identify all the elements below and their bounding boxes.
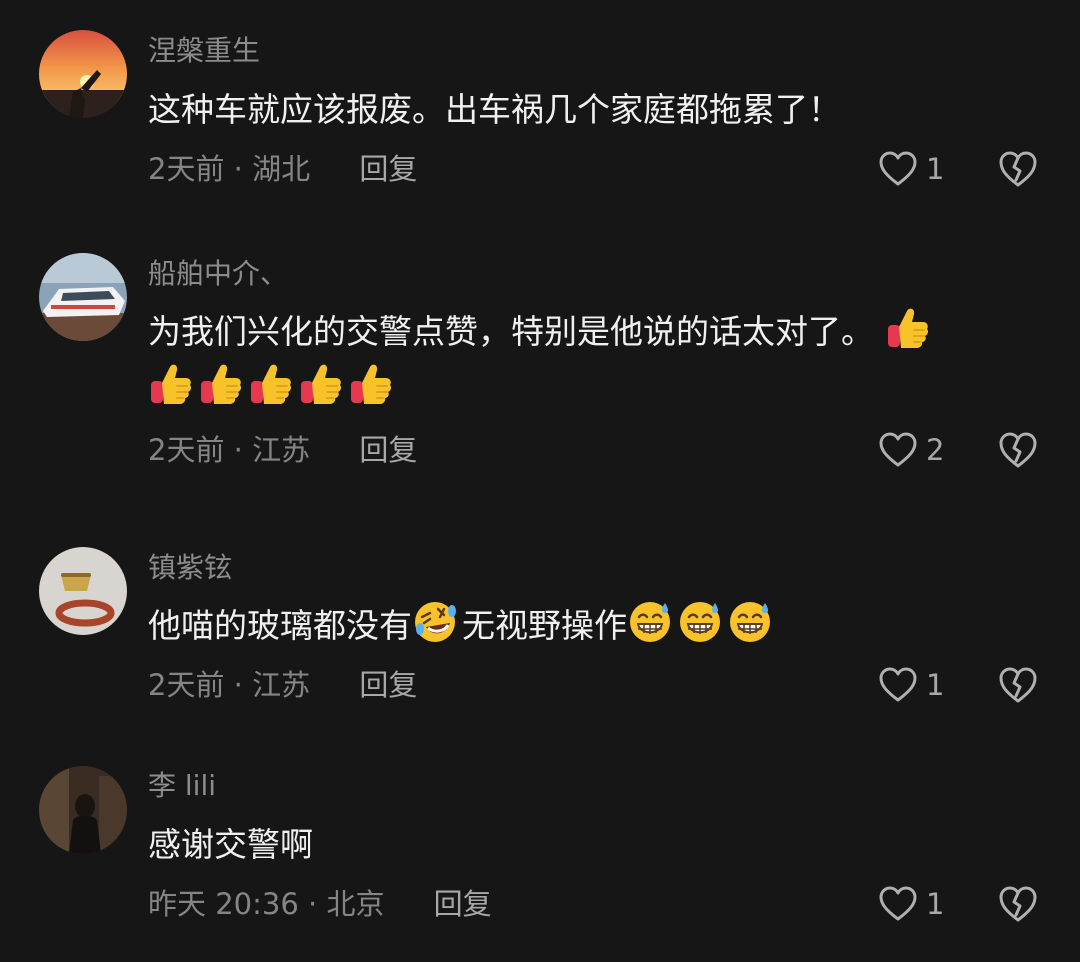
comment-text-content: 为我们兴化的交警点赞，特别是他说的话太对了。 [148, 312, 874, 351]
time-location: 2天前 · 湖北 [148, 152, 311, 186]
avatar[interactable] [39, 766, 127, 854]
like-button[interactable]: 1 [878, 884, 944, 924]
comment-text: 他喵的玻璃都没有 无视野操作 [148, 598, 1028, 654]
dislike-button[interactable] [998, 665, 1038, 705]
heart-outline-icon [879, 432, 917, 467]
heart-outline-icon [879, 886, 917, 921]
reply-button[interactable]: 回复 [359, 149, 417, 189]
thumbs-up-emoji [248, 361, 294, 407]
avatar[interactable] [39, 547, 127, 635]
time-location: 2天前 · 江苏 [148, 433, 311, 467]
comment-text: 感谢交警啊 [148, 817, 1028, 873]
grinning-sweat-emoji [727, 599, 773, 645]
like-button[interactable]: 1 [878, 665, 944, 705]
like-count: 1 [926, 887, 945, 921]
thumbs-up-emoji [298, 361, 344, 407]
avatar[interactable] [39, 30, 127, 118]
thumbs-up-emoji [148, 361, 194, 407]
comment-meta: 2天前 · 湖北 回复 [148, 149, 417, 189]
grinning-sweat-emoji [627, 599, 673, 645]
username[interactable]: 李 lili [148, 768, 216, 804]
comment-text-content: 他喵的玻璃都没有 [148, 606, 412, 645]
username[interactable]: 涅槃重生 [148, 33, 260, 69]
heart-outline-icon [879, 667, 917, 702]
avatar[interactable] [39, 253, 127, 341]
comment-text-content: 这种车就应该报废。出车祸几个家庭都拖累了！ [148, 90, 841, 129]
dislike-button[interactable] [998, 430, 1038, 470]
comment-text: 这种车就应该报废。出车祸几个家庭都拖累了！ [148, 82, 1028, 138]
broken-heart-icon [999, 432, 1037, 468]
username[interactable]: 镇紫铉 [148, 550, 232, 586]
broken-heart-icon [999, 886, 1037, 922]
heart-outline-icon [879, 151, 917, 186]
like-button[interactable]: 2 [878, 430, 944, 470]
dislike-button[interactable] [998, 149, 1038, 189]
broken-heart-icon [999, 151, 1037, 187]
rolling-laughing-emoji [412, 599, 458, 645]
time-location: 2天前 · 江苏 [148, 668, 311, 702]
grinning-sweat-emoji [677, 599, 723, 645]
username[interactable]: 船舶中介、 [148, 256, 288, 292]
comment-text: 为我们兴化的交警点赞，特别是他说的话太对了。 [148, 304, 1028, 416]
like-count: 1 [926, 152, 945, 186]
thumbs-up-emoji [198, 361, 244, 407]
broken-heart-icon [999, 667, 1037, 703]
comment-text-content: 无视野操作 [462, 606, 627, 645]
dislike-button[interactable] [998, 884, 1038, 924]
like-count: 2 [926, 433, 945, 467]
reply-button[interactable]: 回复 [359, 430, 417, 470]
time-location: 昨天 20:36 · 北京 [148, 887, 385, 921]
thumbs-up-emoji [885, 305, 931, 351]
thumbs-up-emoji [348, 361, 394, 407]
like-count: 1 [926, 668, 945, 702]
comment-meta: 2天前 · 江苏 回复 [148, 665, 417, 705]
comment-text-content: 感谢交警啊 [148, 825, 313, 864]
reply-button[interactable]: 回复 [359, 665, 417, 705]
reply-button[interactable]: 回复 [434, 884, 492, 924]
like-button[interactable]: 1 [878, 149, 944, 189]
comment-meta: 2天前 · 江苏 回复 [148, 430, 417, 470]
comment-meta: 昨天 20:36 · 北京 回复 [148, 884, 492, 924]
